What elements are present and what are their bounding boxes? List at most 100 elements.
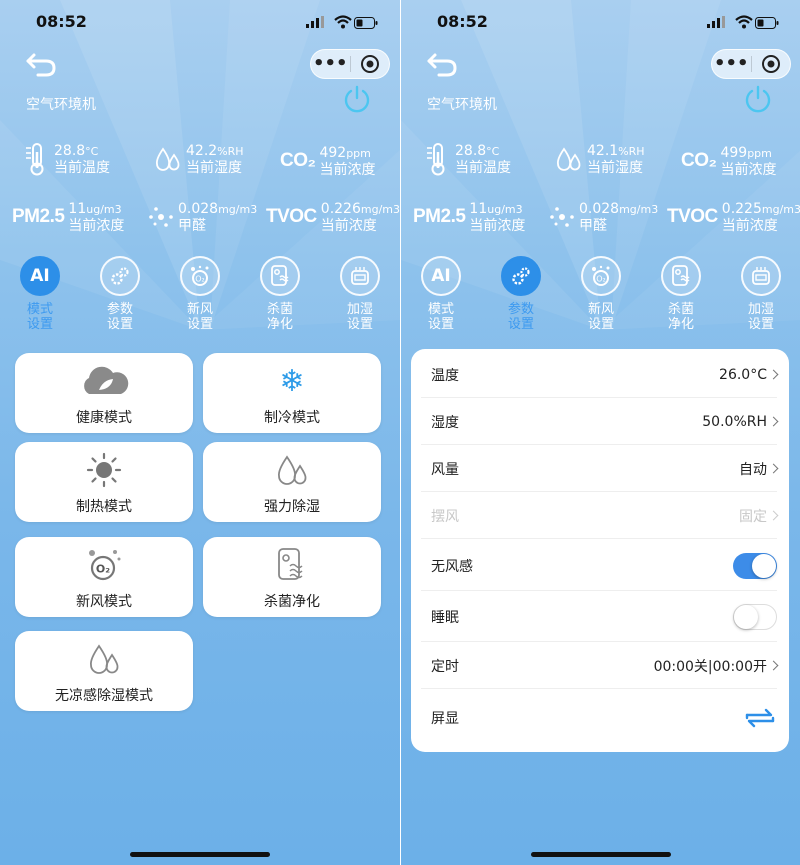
- tab-label: 加湿 设置: [747, 302, 774, 332]
- chevron-right-icon: [768, 463, 779, 474]
- close-target-icon[interactable]: [751, 54, 790, 74]
- temperature-unit: °C: [85, 145, 99, 159]
- mode-label: 强力除湿: [264, 499, 320, 515]
- power-icon[interactable]: [342, 84, 372, 114]
- power-icon[interactable]: [743, 84, 773, 114]
- sleep-toggle[interactable]: [733, 603, 777, 630]
- ai-icon: AI: [20, 256, 60, 296]
- humidity-value: 42.2: [186, 143, 218, 159]
- setting-label: 湿度: [431, 414, 459, 431]
- tab-parameter-settings[interactable]: 参数 设置: [90, 256, 150, 332]
- formaldehyde-value: 0.028: [178, 201, 219, 217]
- swap-arrows-icon[interactable]: [743, 706, 777, 730]
- mode-label: 制冷模式: [264, 410, 320, 426]
- pm25-label: 当前浓度: [68, 217, 125, 234]
- formaldehyde-metric: 0.028mg/m3 甲醛: [148, 200, 257, 234]
- tab-sterilize[interactable]: 杀菌 净化: [651, 256, 711, 332]
- tab-sterilize[interactable]: 杀菌 净化: [250, 256, 310, 332]
- sterilize-icon: [661, 256, 701, 296]
- thermometer-icon: [427, 143, 445, 176]
- humidity-icon: [556, 147, 581, 171]
- humidity-unit: %RH: [217, 145, 244, 158]
- co2-icon: CO₂: [681, 149, 717, 171]
- sun-icon: [15, 452, 193, 488]
- home-indicator[interactable]: [130, 852, 270, 857]
- humidity-metric: 42.2%RH 当前湿度: [154, 142, 244, 176]
- close-target-icon[interactable]: [350, 54, 389, 74]
- temperature-value: 28.8: [54, 143, 86, 160]
- status-time: 08:52: [437, 12, 488, 31]
- chevron-right-icon: [768, 416, 779, 427]
- svg-text:O₂: O₂: [96, 563, 110, 576]
- humidifier-icon: [340, 256, 380, 296]
- tvoc-unit: mg/m3: [360, 203, 400, 216]
- molecule-icon: [550, 206, 574, 227]
- tab-label: 模式 设置: [427, 302, 454, 332]
- parameter-panel: 温度 26.0°C 湿度 50.0%RH 风量 自动 摆风 固定 无风感 睡眠 …: [411, 349, 789, 752]
- temperature-metric: 28.8°C 当前温度: [24, 142, 110, 176]
- status-time: 08:52: [36, 12, 87, 31]
- pm25-metric: PM2.5 11ug/m3 当前浓度: [12, 200, 124, 234]
- back-icon[interactable]: [425, 50, 461, 80]
- miniprogram-capsule: •••: [310, 49, 390, 79]
- setting-label: 摆风: [431, 508, 459, 525]
- water-drops-icon: [15, 641, 193, 677]
- setting-value: 26.0°C: [719, 366, 767, 383]
- mode-card-heating[interactable]: 制热模式: [15, 442, 193, 522]
- more-icon[interactable]: •••: [712, 49, 751, 79]
- home-indicator[interactable]: [531, 852, 671, 857]
- mode-label: 新风模式: [76, 594, 132, 610]
- svg-text:O₂: O₂: [195, 275, 205, 284]
- tab-mode-settings[interactable]: AI 模式 设置: [10, 256, 70, 332]
- water-drops-icon: [203, 452, 381, 488]
- ai-icon: AI: [421, 256, 461, 296]
- pm25-icon: PM2.5: [413, 205, 466, 227]
- snowflake-icon: ❄: [279, 363, 305, 399]
- setting-row-timer[interactable]: 定时 00:00关|00:00开: [421, 643, 779, 689]
- setting-row-no-wind-feel: 无风感: [421, 541, 777, 591]
- mode-card-dehumidify[interactable]: 强力除湿: [203, 442, 381, 522]
- temperature-value: 28.8: [455, 143, 487, 160]
- status-bar: 08:52: [0, 12, 400, 34]
- setting-row-humidity[interactable]: 湿度 50.0%RH: [421, 399, 779, 445]
- formaldehyde-label: 甲醛: [178, 217, 206, 234]
- back-icon[interactable]: [24, 50, 60, 80]
- co2-metric: CO₂ 499ppm 当前浓度: [681, 144, 776, 178]
- humidity-icon: [155, 147, 180, 171]
- no-wind-feel-toggle[interactable]: [733, 552, 777, 579]
- mode-card-no-chill-dehumidify[interactable]: 无凉感除湿模式: [15, 631, 193, 711]
- setting-row-fan-speed[interactable]: 风量 自动: [421, 446, 779, 492]
- tab-mode-settings[interactable]: AI 模式 设置: [411, 256, 471, 332]
- co2-label: 当前浓度: [319, 161, 376, 178]
- gears-icon: [501, 256, 541, 296]
- setting-row-display: 屏显: [421, 692, 777, 744]
- tab-parameter-settings[interactable]: 参数 设置: [491, 256, 551, 332]
- setting-row-temperature[interactable]: 温度 26.0°C: [421, 352, 779, 398]
- pm25-icon: PM2.5: [12, 205, 65, 227]
- more-icon[interactable]: •••: [311, 49, 350, 79]
- tvoc-icon: TVOC: [266, 205, 317, 227]
- mode-label: 健康模式: [76, 410, 132, 426]
- tab-fresh-air-settings[interactable]: O₂ 新风 设置: [170, 256, 230, 332]
- setting-label: 风量: [431, 461, 459, 478]
- mode-card-health[interactable]: 健康模式: [15, 353, 193, 433]
- setting-label: 温度: [431, 367, 459, 384]
- tab-humidify-settings[interactable]: 加湿 设置: [330, 256, 390, 332]
- humidity-value: 42.1: [587, 143, 619, 159]
- chevron-right-icon: [768, 369, 779, 380]
- mode-card-fresh-air[interactable]: O₂ 新风模式: [15, 537, 193, 617]
- mode-card-cooling[interactable]: ❄ 制冷模式: [203, 353, 381, 433]
- tvoc-metric: TVOC 0.226mg/m3 当前浓度: [266, 200, 400, 234]
- temperature-label: 当前温度: [54, 160, 110, 176]
- tab-label: 模式 设置: [26, 302, 53, 332]
- tab-fresh-air-settings[interactable]: O₂ 新风 设置: [571, 256, 631, 332]
- tab-label: 新风 设置: [186, 302, 213, 332]
- battery-icon: [755, 17, 779, 29]
- mode-card-sterilize[interactable]: 杀菌净化: [203, 537, 381, 617]
- tab-label: 参数 设置: [106, 302, 133, 332]
- co2-unit: ppm: [747, 147, 772, 160]
- formaldehyde-value: 0.028: [579, 201, 620, 217]
- tab-label: 参数 设置: [507, 302, 534, 332]
- tab-humidify-settings[interactable]: 加湿 设置: [731, 256, 791, 332]
- sterilize-icon: [203, 547, 381, 583]
